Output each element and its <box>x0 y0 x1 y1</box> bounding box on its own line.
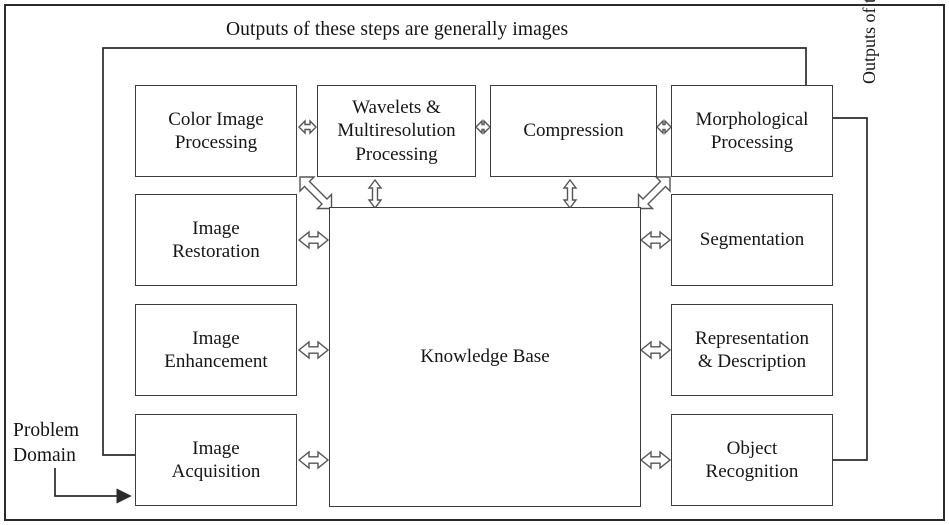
node-image-acquisition[interactable]: Image Acquisition <box>135 414 297 506</box>
node-label: Image Restoration <box>172 217 260 262</box>
node-label: Image Acquisition <box>171 437 261 482</box>
node-label: Object Recognition <box>705 437 799 482</box>
node-label: Segmentation <box>699 229 805 251</box>
node-label: Representation & Description <box>695 327 809 372</box>
label-problem-domain: Problem Domain <box>13 420 80 467</box>
node-label: Wavelets & Multiresolution Processing <box>337 97 456 165</box>
node-label: Knowledge Base <box>420 346 550 368</box>
node-label: Image Enhancement <box>164 327 268 372</box>
node-color-image-processing[interactable]: Color Image Processing <box>135 85 297 177</box>
image-processing-pipeline-diagram: Outputs of these steps are generally ima… <box>0 0 949 525</box>
node-morphological-processing[interactable]: Morphological Processing <box>671 85 833 177</box>
node-label: Color Image Processing <box>168 108 264 153</box>
node-label: Compression <box>523 120 624 142</box>
node-segmentation[interactable]: Segmentation <box>671 194 833 286</box>
node-compression[interactable]: Compression <box>490 85 657 177</box>
caption-outputs-images: Outputs of these steps are generally ima… <box>226 19 569 40</box>
node-representation-description[interactable]: Representation & Description <box>671 304 833 396</box>
node-wavelets-multiresolution-processing[interactable]: Wavelets & Multiresolution Processing <box>317 85 476 177</box>
node-object-recognition[interactable]: Object Recognition <box>671 414 833 506</box>
node-label: Morphological Processing <box>695 108 809 153</box>
caption-outputs-attributes: Outputs of these steps are generally ima… <box>856 0 882 84</box>
node-knowledge-base[interactable]: Knowledge Base <box>329 207 641 507</box>
node-image-restoration[interactable]: Image Restoration <box>135 194 297 286</box>
node-image-enhancement[interactable]: Image Enhancement <box>135 304 297 396</box>
